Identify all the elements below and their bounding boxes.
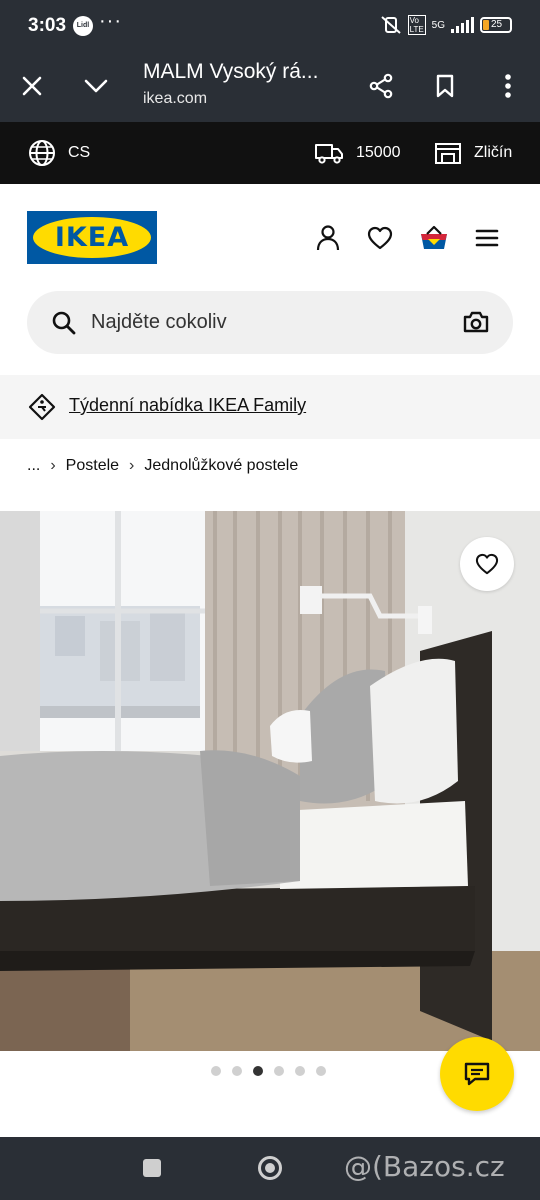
- home-button[interactable]: [258, 1156, 282, 1180]
- family-offer-banner[interactable]: Týdenní nabídka IKEA Family: [0, 375, 540, 439]
- search-bar[interactable]: Najděte cokoliv: [27, 291, 513, 354]
- network-type: 5G: [431, 19, 445, 31]
- gallery-dot[interactable]: [232, 1066, 242, 1076]
- search-input[interactable]: Najděte cokoliv: [91, 311, 227, 334]
- shopping-bag-icon: [421, 225, 447, 249]
- gallery-pagination: [211, 1066, 326, 1076]
- breadcrumb-ellipsis[interactable]: ...: [27, 457, 40, 475]
- heart-icon: [367, 226, 393, 250]
- page-url[interactable]: ikea.com: [143, 90, 207, 108]
- share-button[interactable]: [361, 66, 401, 106]
- chevron-right-icon: ›: [50, 457, 56, 474]
- watermark: @(Bazos.cz: [344, 1150, 505, 1183]
- language-selector[interactable]: CS: [28, 122, 90, 184]
- recent-apps-button[interactable]: [143, 1159, 161, 1177]
- logo-oval: IKEA: [33, 217, 151, 258]
- favourites-button[interactable]: [364, 222, 396, 254]
- share-icon: [369, 73, 393, 99]
- add-to-favourites-button[interactable]: [460, 537, 514, 591]
- status-time: 3:03: [28, 15, 67, 36]
- menu-button[interactable]: [471, 222, 503, 254]
- signal-icon: [451, 17, 474, 33]
- chevron-right-icon: ›: [129, 457, 135, 474]
- status-indicators: Vo LTE 5G 25: [380, 15, 512, 35]
- postcode-label: 15000: [356, 144, 401, 161]
- overflow-menu-button[interactable]: [488, 66, 528, 106]
- hamburger-icon: [475, 229, 499, 247]
- bookmark-button[interactable]: [425, 66, 465, 106]
- person-icon: [316, 225, 340, 251]
- more-vertical-icon: [505, 74, 511, 98]
- battery-icon: 25: [480, 17, 512, 33]
- store-selector[interactable]: Zličín: [434, 122, 512, 184]
- cart-button[interactable]: [418, 222, 450, 254]
- language-label: CS: [68, 144, 91, 161]
- camera-icon[interactable]: [463, 310, 489, 334]
- ikea-logo[interactable]: IKEA: [27, 211, 157, 264]
- search-icon: [52, 311, 76, 335]
- volte-badge: Vo LTE: [407, 15, 426, 35]
- page-title: MALM Vysoký rá...: [143, 60, 319, 83]
- gallery-dot[interactable]: [316, 1066, 326, 1076]
- tag-icon: [28, 393, 56, 421]
- utility-bar: CS 15000 Zličín: [0, 122, 540, 184]
- lidl-app-icon: Lidl: [73, 16, 93, 36]
- account-button[interactable]: [312, 222, 344, 254]
- globe-icon: [29, 140, 55, 166]
- breadcrumb: ... › Postele › Jednolůžkové postele: [27, 457, 298, 475]
- gallery-dot[interactable]: [253, 1066, 263, 1076]
- screen: 3:03 Lidl ··· Vo LTE 5G 25 MALM Vysoký r…: [0, 0, 540, 1200]
- browser-toolbar: MALM Vysoký rá... ikea.com: [0, 52, 540, 122]
- bookmark-icon: [436, 74, 454, 98]
- breadcrumb-item-single-beds[interactable]: Jednolůžkové postele: [144, 457, 298, 475]
- more-notifications-icon: ···: [99, 10, 122, 32]
- breadcrumb-item-beds[interactable]: Postele: [66, 457, 119, 475]
- family-offer-link[interactable]: Týdenní nabídka IKEA Family: [69, 395, 306, 416]
- chat-button[interactable]: [440, 1037, 514, 1111]
- store-icon: [435, 143, 461, 164]
- truck-icon: [315, 144, 343, 164]
- delivery-postcode[interactable]: 15000: [314, 122, 401, 184]
- close-icon: [22, 76, 42, 96]
- chevron-down-icon: [84, 79, 108, 93]
- gallery-dot[interactable]: [274, 1066, 284, 1076]
- status-bar: 3:03 Lidl ··· Vo LTE 5G 25: [0, 0, 540, 52]
- heart-icon: [475, 553, 499, 575]
- bed-photo: [0, 511, 540, 1051]
- chat-icon: [464, 1062, 490, 1086]
- logo-text: IKEA: [54, 222, 130, 253]
- gallery-dot[interactable]: [211, 1066, 221, 1076]
- close-tab-button[interactable]: [12, 66, 52, 106]
- product-image[interactable]: [0, 511, 540, 1051]
- vibrate-off-icon: [380, 16, 401, 34]
- store-label: Zličín: [474, 144, 513, 161]
- minimize-button[interactable]: [76, 66, 116, 106]
- gallery-dot[interactable]: [295, 1066, 305, 1076]
